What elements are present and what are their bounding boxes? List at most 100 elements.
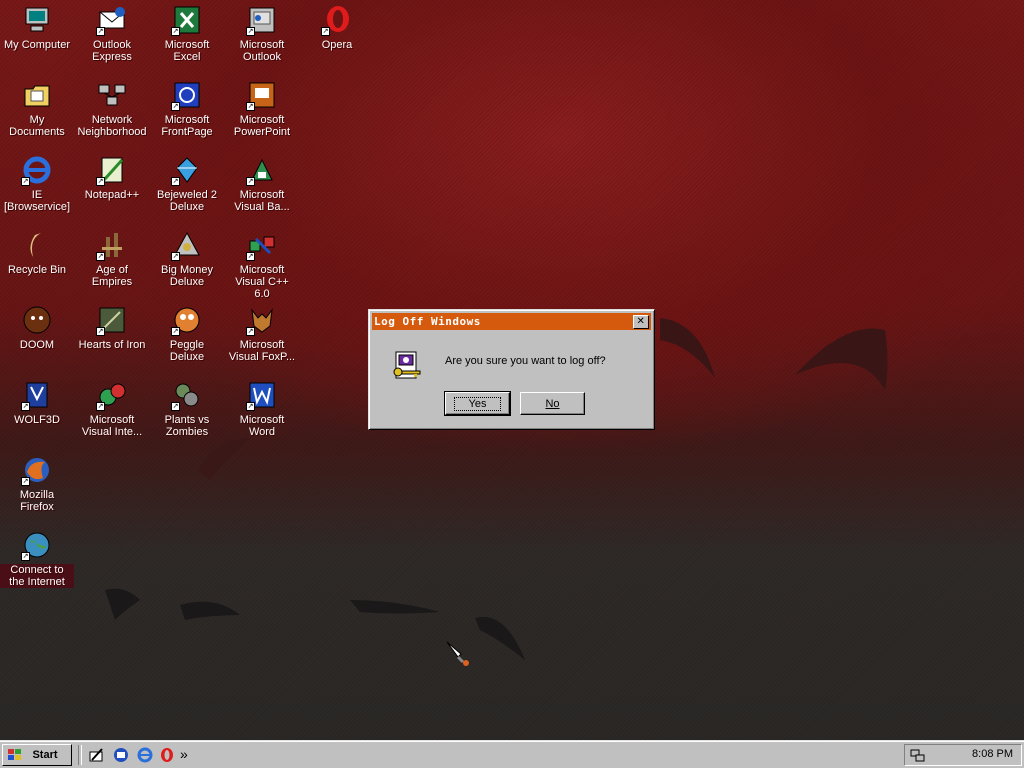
doom-icon bbox=[21, 304, 53, 336]
excel-icon: ↗ bbox=[171, 4, 203, 36]
dialog-message: Are you sure you want to log off? bbox=[445, 355, 606, 367]
desktop-icon-notepad-plus-plus[interactable]: ↗ Notepad++ bbox=[75, 152, 149, 226]
yes-button[interactable]: Yes bbox=[444, 391, 511, 416]
desktop-icon-network-neighborhood[interactable]: Network Neighborhood bbox=[75, 77, 149, 151]
desktop-icon-label: My Computer bbox=[3, 39, 71, 51]
show-desktop-icon[interactable] bbox=[88, 746, 106, 764]
desktop-icon-doom[interactable]: DOOM bbox=[0, 302, 74, 376]
close-icon: ✕ bbox=[636, 316, 646, 327]
shortcut-arrow-icon: ↗ bbox=[246, 27, 255, 36]
network-icon bbox=[96, 79, 128, 111]
desktop-icon-outlook-express[interactable]: ↗ Outlook Express bbox=[75, 2, 149, 76]
recycle-bin-icon bbox=[21, 229, 53, 261]
hearts-of-iron-icon: ↗ bbox=[96, 304, 128, 336]
desktop-icon-bejeweled-2[interactable]: ↗ Bejeweled 2 Deluxe bbox=[150, 152, 224, 226]
desktop-icon-visual-basic[interactable]: ↗ Microsoft Visual Ba... bbox=[225, 152, 299, 226]
desktop-icon-peggle[interactable]: ↗ Peggle Deluxe bbox=[150, 302, 224, 376]
desktop-icon-label: Age of Empires bbox=[91, 264, 133, 288]
desktop-icon-label: Microsoft Visual C++ 6.0 bbox=[235, 264, 289, 300]
internet-explorer-icon[interactable] bbox=[136, 746, 154, 764]
visual-cpp-icon: ↗ bbox=[246, 229, 278, 261]
shortcut-arrow-icon: ↗ bbox=[171, 252, 180, 261]
desktop-icon-label: Big Money Deluxe bbox=[161, 264, 213, 288]
desktop-icon-microsoft-outlook[interactable]: ↗ Microsoft Outlook bbox=[225, 2, 299, 76]
shortcut-arrow-icon: ↗ bbox=[96, 27, 105, 36]
connect-internet-icon: ↗ bbox=[21, 529, 53, 561]
desktop-icon-label: Microsoft Visual Ba... bbox=[234, 189, 290, 213]
desktop-icon-label: DOOM bbox=[19, 339, 55, 351]
firefox-icon: ↗ bbox=[21, 454, 53, 486]
frontpage-icon: ↗ bbox=[171, 79, 203, 111]
desktop-icon-visual-interdev[interactable]: ↗ Microsoft Visual Inte... bbox=[75, 377, 149, 451]
desktop-icon-my-documents[interactable]: My Documents bbox=[0, 77, 74, 151]
clock[interactable]: 8:08 PM bbox=[972, 748, 1013, 760]
desktop-icon-microsoft-frontpage[interactable]: ↗ Microsoft FrontPage bbox=[150, 77, 224, 151]
dialog-title-bar[interactable]: Log Off Windows ✕ bbox=[372, 313, 651, 330]
desktop-icon-label: Microsoft Word bbox=[239, 414, 285, 438]
opera-icon: ↗ bbox=[321, 4, 353, 36]
shortcut-arrow-icon: ↗ bbox=[246, 102, 255, 111]
desktop-icon-label: Mozilla Firefox bbox=[19, 489, 55, 513]
shortcut-arrow-icon: ↗ bbox=[21, 477, 30, 486]
network-tray-icon[interactable] bbox=[910, 747, 926, 763]
desktop-icon-label: Microsoft PowerPoint bbox=[233, 114, 291, 138]
desktop-icon-microsoft-word[interactable]: ↗ Microsoft Word bbox=[225, 377, 299, 451]
desktop-icon-label: Bejeweled 2 Deluxe bbox=[157, 189, 217, 213]
desktop-icon-microsoft-excel[interactable]: ↗ Microsoft Excel bbox=[150, 2, 224, 76]
desktop-icon-age-of-empires[interactable]: ↗ Age of Empires bbox=[75, 227, 149, 301]
desktop-icon-big-money[interactable]: ↗ Big Money Deluxe bbox=[150, 227, 224, 301]
desktop-icon-ie[interactable]: ↗ IE [Browservice] bbox=[0, 152, 74, 226]
desktop-icon-label: Microsoft Visual FoxP... bbox=[228, 339, 296, 363]
shortcut-arrow-icon: ↗ bbox=[171, 327, 180, 336]
opera-icon[interactable] bbox=[158, 746, 176, 764]
desktop-icon-visual-foxpro[interactable]: ↗ Microsoft Visual FoxP... bbox=[225, 302, 299, 376]
no-button[interactable]: No bbox=[520, 392, 585, 415]
shortcut-arrow-icon: ↗ bbox=[321, 27, 330, 36]
desktop-icon-wolf3d[interactable]: ↗ WOLF3D bbox=[0, 377, 74, 451]
desktop-icon-microsoft-powerpoint[interactable]: ↗ Microsoft PowerPoint bbox=[225, 77, 299, 151]
system-tray: 8:08 PM bbox=[904, 744, 1022, 766]
shortcut-arrow-icon: ↗ bbox=[171, 27, 180, 36]
desktop-icon-connect-to-internet[interactable]: ↗ Connect to the Internet bbox=[0, 527, 74, 601]
desktop-icon-label: Notepad++ bbox=[84, 189, 140, 201]
desktop-icon-hearts-of-iron[interactable]: ↗ Hearts of Iron bbox=[75, 302, 149, 376]
desktop-icon-recycle-bin[interactable]: Recycle Bin bbox=[0, 227, 74, 301]
desktop-icon-label: Outlook Express bbox=[92, 39, 132, 63]
desktop-icon-mozilla-firefox[interactable]: ↗ Mozilla Firefox bbox=[0, 452, 74, 526]
shortcut-arrow-icon: ↗ bbox=[21, 552, 30, 561]
shortcut-arrow-icon: ↗ bbox=[171, 102, 180, 111]
bejeweled-icon: ↗ bbox=[171, 154, 203, 186]
powerpoint-icon: ↗ bbox=[246, 79, 278, 111]
yes-button-label: Yes bbox=[453, 396, 502, 411]
dialog-title: Log Off Windows bbox=[374, 315, 481, 328]
shortcut-arrow-icon: ↗ bbox=[171, 177, 180, 186]
visual-interdev-icon: ↗ bbox=[96, 379, 128, 411]
no-button-label: No bbox=[545, 397, 560, 410]
plants-vs-zombies-icon: ↗ bbox=[171, 379, 203, 411]
age-of-empires-icon: ↗ bbox=[96, 229, 128, 261]
quick-launch-overflow-button[interactable]: » bbox=[180, 746, 198, 764]
desktop: My Computer ↗ Outlook Express ↗ Microsof… bbox=[0, 0, 1024, 740]
desktop-icon-plants-vs-zombies[interactable]: ↗ Plants vs Zombies bbox=[150, 377, 224, 451]
desktop-icon-label: My Documents bbox=[9, 114, 65, 138]
taskbar: Start » 8:08 PM bbox=[0, 740, 1024, 768]
desktop-icon-label: Microsoft Visual Inte... bbox=[81, 414, 143, 438]
desktop-icon-label: Network Neighborhood bbox=[77, 114, 147, 138]
desktop-icon-label: Connect to the Internet bbox=[0, 564, 74, 588]
shortcut-arrow-icon: ↗ bbox=[96, 402, 105, 411]
start-button[interactable]: Start bbox=[2, 744, 72, 766]
notepad-icon: ↗ bbox=[96, 154, 128, 186]
taskbar-separator bbox=[78, 745, 82, 765]
desktop-icon-visual-cpp[interactable]: ↗ Microsoft Visual C++ 6.0 bbox=[225, 227, 299, 301]
shortcut-arrow-icon: ↗ bbox=[246, 327, 255, 336]
close-button[interactable]: ✕ bbox=[633, 315, 649, 329]
desktop-icon-my-computer[interactable]: My Computer bbox=[0, 2, 74, 76]
big-money-icon: ↗ bbox=[171, 229, 203, 261]
desktop-icon-opera[interactable]: ↗ Opera bbox=[300, 2, 374, 76]
desktop-icon-label: Microsoft Excel bbox=[164, 39, 210, 63]
shortcut-arrow-icon: ↗ bbox=[246, 177, 255, 186]
shortcut-arrow-icon: ↗ bbox=[96, 177, 105, 186]
outlook-express-icon[interactable] bbox=[112, 746, 130, 764]
desktop-icon-label: Plants vs Zombies bbox=[164, 414, 210, 438]
shortcut-arrow-icon: ↗ bbox=[171, 402, 180, 411]
